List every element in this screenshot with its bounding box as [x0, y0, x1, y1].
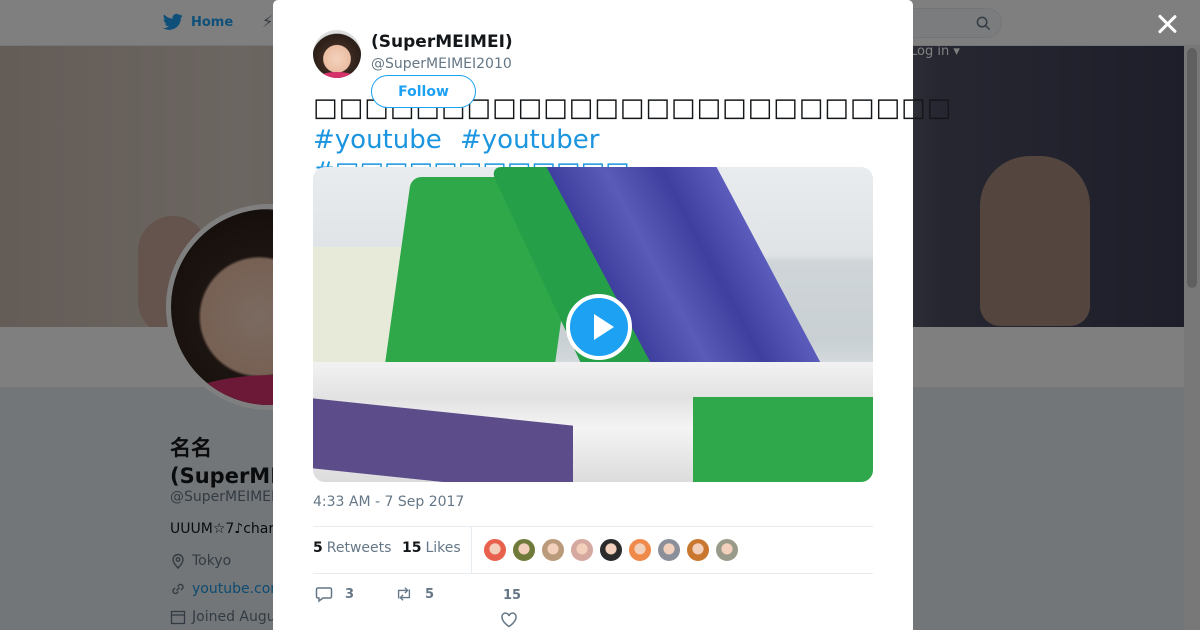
divider	[471, 527, 472, 573]
liker-avatar[interactable]	[570, 538, 594, 562]
retweet-count: 5	[425, 586, 435, 602]
liker-avatar[interactable]	[483, 538, 507, 562]
liker-avatar[interactable]	[686, 538, 710, 562]
liker-avatar[interactable]	[541, 538, 565, 562]
tweet-author-name[interactable]: (SuperMEIMEI)	[371, 32, 513, 52]
retweet-icon	[397, 587, 411, 601]
play-button-icon[interactable]	[566, 294, 632, 360]
liker-avatar[interactable]	[628, 538, 652, 562]
reply-icon	[315, 587, 333, 603]
likes-stat[interactable]: 15 Likes	[402, 540, 461, 556]
follow-button[interactable]: Follow	[371, 75, 476, 108]
tweet-author-avatar[interactable]	[313, 30, 361, 78]
liker-avatars	[483, 538, 739, 562]
liker-avatar[interactable]	[715, 538, 739, 562]
retweets-stat[interactable]: 5 Retweets	[313, 540, 391, 556]
tweet-timestamp[interactable]: 4:33 AM - 7 Sep 2017	[313, 494, 464, 510]
divider	[313, 573, 873, 574]
liker-avatar[interactable]	[657, 538, 681, 562]
avatar-collar	[319, 72, 355, 78]
hashtag-link[interactable]: #youtube	[313, 125, 442, 155]
tweet-author-handle[interactable]: @SuperMEIMEI2010	[371, 56, 512, 72]
reply-count: 3	[345, 586, 355, 602]
likes-label: Likes	[425, 540, 461, 556]
tweet-modal: (SuperMEIMEI) @SuperMEIMEI2010 □□□□□□□□□…	[273, 0, 951, 630]
retweet-action[interactable]: 5	[395, 585, 434, 603]
close-icon[interactable]	[1155, 12, 1179, 36]
like-count: 15	[503, 588, 522, 603]
divider	[313, 526, 873, 527]
reply-action[interactable]: 3	[315, 585, 354, 603]
heart-icon[interactable]	[500, 611, 518, 629]
likes-count: 15	[402, 540, 422, 556]
video-scene-inflatable	[693, 397, 873, 482]
liker-avatar[interactable]	[512, 538, 536, 562]
tweet-video-thumbnail[interactable]	[313, 167, 873, 482]
retweets-label: Retweets	[326, 540, 392, 556]
liker-avatar[interactable]	[599, 538, 623, 562]
hashtag-link[interactable]: #youtuber	[460, 125, 599, 155]
retweets-count: 5	[313, 540, 323, 556]
